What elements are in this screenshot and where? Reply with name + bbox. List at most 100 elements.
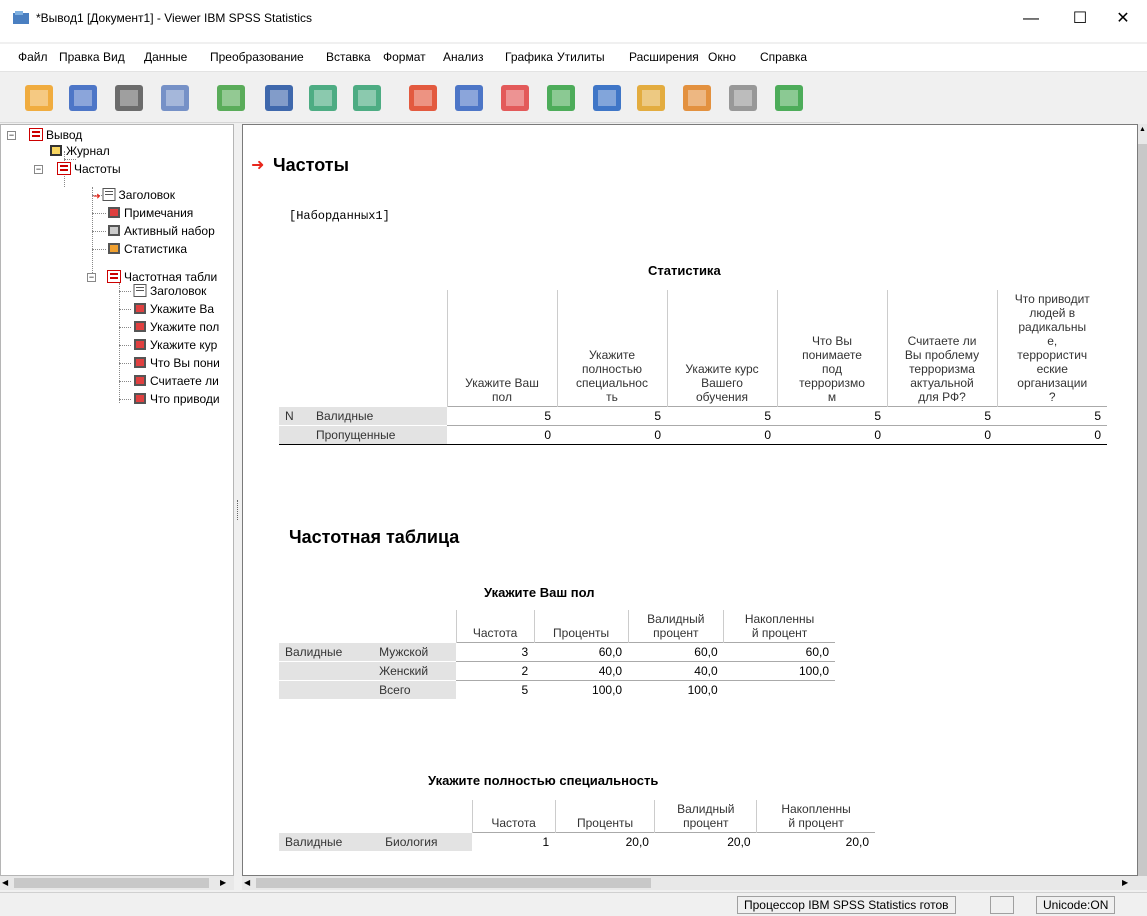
stats-col-header: Что приводит людей в радикальны е, террорист…: [996, 289, 1107, 407]
dataset-label: [Наборданных1]: [289, 209, 390, 223]
gender-frequency-table[interactable]: Частота Проценты Валидный процент Накопленны…: [279, 609, 835, 699]
current-item-arrow-icon: ➜: [93, 191, 101, 201]
insert-variable-icon[interactable]: [498, 81, 534, 115]
tree-node-output[interactable]: Вывод: [29, 127, 82, 143]
menu-1[interactable]: Файл: [18, 50, 48, 64]
redo-icon[interactable]: [350, 81, 386, 115]
t2-cell: 20,0: [555, 832, 655, 851]
tree-node-statistics[interactable]: Статистика: [107, 241, 187, 257]
collapse-freq-toggle[interactable]: −: [34, 165, 43, 174]
goto-data-icon[interactable]: [406, 81, 442, 115]
maximize-button[interactable]: ☐: [1062, 5, 1098, 33]
t2-cell: 20,0: [756, 832, 875, 851]
t1-cell: 40,0: [534, 661, 629, 681]
outline-pane[interactable]: − Вывод Журнал − Частоты ➜ Заголовок Прим…: [0, 124, 234, 876]
open-icon[interactable]: [22, 81, 58, 115]
tree-node-table-title[interactable]: Заголовок: [133, 283, 206, 299]
stats-cell: 5: [777, 406, 887, 426]
t1-group-label: Валидные: [279, 642, 374, 662]
specialty-frequency-table[interactable]: Частота Проценты Валидный процент Накопленны…: [279, 799, 875, 851]
stats-cell: 5: [667, 406, 777, 426]
status-empty-box: [990, 896, 1014, 914]
toolbar: [0, 73, 840, 123]
menu-2[interactable]: Правка: [59, 50, 100, 64]
t1-cell: 5: [456, 680, 535, 699]
stats-cell: 5: [997, 406, 1107, 426]
create-title-icon[interactable]: [634, 81, 670, 115]
stats-col-header: Укажите полностью специальнос ть: [556, 289, 667, 407]
tree-label-notes: Примечания: [124, 206, 194, 220]
menu-13[interactable]: Справка: [760, 50, 807, 64]
tree-label-output: Вывод: [46, 128, 83, 142]
stats-col-header: Что Вы понимаете под терроризмо м: [776, 289, 887, 407]
pane-splitter[interactable]: [234, 124, 242, 876]
menu-12[interactable]: Окно: [708, 50, 736, 64]
t1-cell: 100,0: [534, 680, 629, 699]
outline-horizontal-scrollbar[interactable]: ◀ ▶: [0, 876, 234, 890]
collapse-root-toggle[interactable]: −: [7, 131, 16, 140]
recall-dialog-icon[interactable]: [262, 81, 298, 115]
stats-row-label: Пропущенные: [309, 425, 447, 445]
collapse-table-toggle[interactable]: −: [87, 273, 96, 282]
menu-6[interactable]: Вставка: [326, 50, 371, 64]
stats-col-header: Укажите Ваш пол: [446, 289, 557, 407]
tree-node-gender-table[interactable]: Укажите Ва: [133, 301, 214, 317]
print-icon[interactable]: [112, 81, 148, 115]
pivot-table-icon: [134, 339, 146, 350]
notes-icon: [108, 207, 120, 218]
statistics-table[interactable]: Укажите Ваш пол Укажите полностью специально…: [279, 289, 1107, 445]
t2-col-header: Проценты: [554, 799, 655, 833]
t1-row-label: Мужской: [373, 642, 457, 662]
save-icon[interactable]: [66, 81, 102, 115]
tree-label-specialty-table: Укажите пол: [150, 320, 220, 334]
pivot-table-icon: [134, 375, 146, 386]
add-icon[interactable]: [772, 81, 808, 115]
tree-label-relevance-table: Считаете ли: [150, 374, 219, 388]
menu-9[interactable]: Графика: [505, 50, 553, 64]
menu-7[interactable]: Формат: [383, 50, 426, 64]
tree-label-gender-table: Укажите Ва: [150, 302, 215, 316]
menu-11[interactable]: Расширения: [629, 50, 699, 64]
t2-cell: 1: [472, 832, 556, 851]
designate-window-icon[interactable]: [590, 81, 626, 115]
content-horizontal-scrollbar[interactable]: ◀ ▶: [242, 876, 1147, 890]
tree-node-journal[interactable]: Журнал: [49, 143, 110, 159]
spss-app-icon: [13, 11, 29, 24]
section-title-frequency-table: Частотная таблица: [289, 527, 460, 547]
disabled-icon[interactable]: [726, 81, 762, 115]
tree-node-active-dataset[interactable]: Активный набор: [107, 223, 215, 239]
gender-table-title: Укажите Ваш пол: [484, 585, 595, 600]
tree-node-terrorism-table[interactable]: Что Вы пони: [133, 355, 220, 371]
tree-node-title[interactable]: ➜ Заголовок: [93, 187, 175, 203]
status-bar: Процессор IBM SPSS Statistics готов Unic…: [0, 892, 1147, 916]
export-icon[interactable]: [214, 81, 250, 115]
menu-5[interactable]: Преобразование: [210, 50, 304, 64]
pivot-table-icon: [134, 393, 146, 404]
menu-10[interactable]: Утилиты: [557, 50, 605, 64]
menu-3[interactable]: Вид: [103, 50, 125, 64]
output-content-pane[interactable]: ➜ Частоты [Наборданных1] Статистика Укаж…: [242, 124, 1138, 876]
goto-case-icon[interactable]: [452, 81, 488, 115]
tree-node-relevance-table[interactable]: Считаете ли: [133, 373, 219, 389]
tree-node-specialty-table[interactable]: Укажите пол: [133, 319, 219, 335]
tree-label-course-table: Укажите кур: [150, 338, 218, 352]
vertical-scrollbar[interactable]: ▲: [1138, 124, 1147, 884]
t1-group-label: [279, 680, 374, 699]
tree-node-course-table[interactable]: Укажите кур: [133, 337, 217, 353]
tree-node-frequencies[interactable]: Частоты: [57, 161, 121, 177]
minimize-button[interactable]: —: [1013, 5, 1049, 33]
stats-n-label: [279, 425, 310, 445]
close-button[interactable]: ✕: [1105, 5, 1141, 33]
tree-label-frequency-table: Частотная табли: [124, 270, 218, 284]
pivot-table-icon: [134, 357, 146, 368]
tree-node-cause-table[interactable]: Что приводи: [133, 391, 220, 407]
stats-cell: 5: [557, 406, 667, 426]
menu-8[interactable]: Анализ: [443, 50, 484, 64]
menu-4[interactable]: Данные: [144, 50, 187, 64]
undo-icon[interactable]: [306, 81, 342, 115]
tree-node-notes[interactable]: Примечания: [107, 205, 193, 221]
show-output-icon[interactable]: [544, 81, 580, 115]
tree-label-title: Заголовок: [118, 188, 175, 202]
print-preview-icon[interactable]: [158, 81, 194, 115]
run-script-icon[interactable]: [680, 81, 716, 115]
